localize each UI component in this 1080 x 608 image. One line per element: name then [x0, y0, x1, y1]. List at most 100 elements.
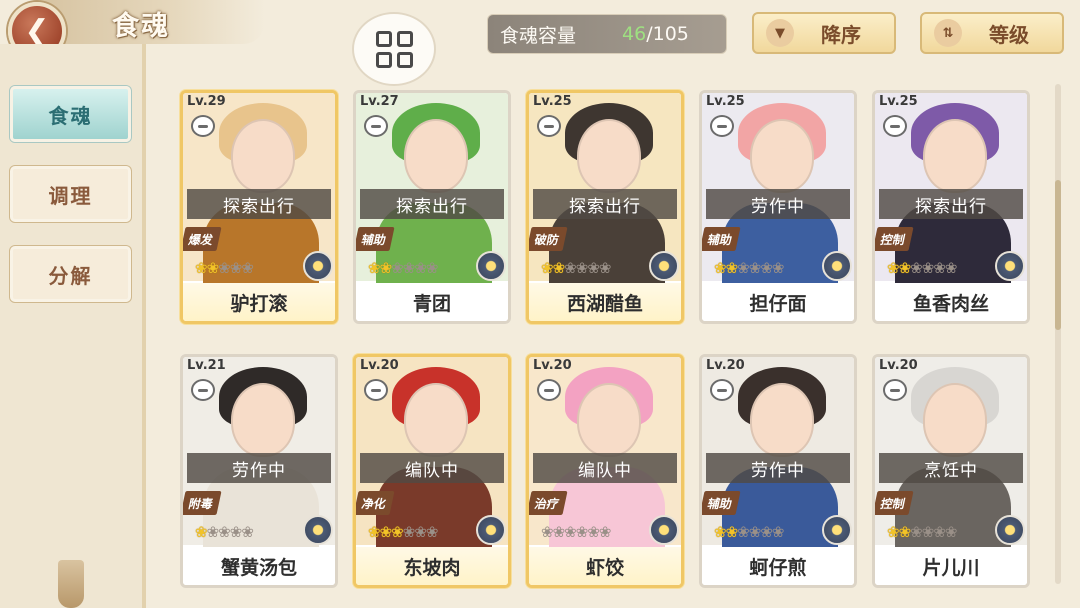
- star-icon: ❀: [425, 259, 439, 277]
- tab-condition[interactable]: 调理: [10, 166, 131, 222]
- tab-label: 调理: [48, 183, 93, 208]
- role-badge: 辅助: [702, 491, 741, 515]
- status-badge: 劳作中: [187, 453, 331, 483]
- star-icon: ❀: [206, 259, 220, 277]
- role-badge: 控制: [875, 491, 914, 515]
- level-label: Lv.25: [706, 94, 745, 109]
- page-title: 食魂: [112, 11, 170, 42]
- star-icon: ❀: [598, 259, 612, 277]
- star-icon: ❀: [195, 259, 208, 277]
- role-badge: 净化: [356, 491, 395, 515]
- tab-food-souls[interactable]: 食魂: [10, 86, 131, 142]
- star-rating: ❀❀❀❀❀❀: [368, 523, 439, 541]
- sort-key-button[interactable]: ⇅ 等级: [920, 12, 1064, 54]
- flower-emblem-icon: [476, 251, 506, 281]
- grid-view-icon: [375, 30, 413, 68]
- star-icon: ❀: [933, 259, 946, 277]
- level-label: Lv.20: [533, 358, 572, 373]
- food-soul-card[interactable]: Lv.21 劳作中 附毒 ❀❀❀❀❀ 蟹黄汤包: [180, 354, 338, 588]
- character-name: 鱼香肉丝: [875, 283, 1027, 321]
- star-icon: ❀: [206, 523, 220, 541]
- star-icon: ❀: [921, 523, 935, 541]
- star-rating: ❀❀❀❀❀❀: [714, 523, 785, 541]
- star-icon: ❀: [425, 523, 439, 541]
- chat-bubble-icon: [191, 379, 215, 401]
- star-icon: ❀: [587, 259, 600, 277]
- star-icon: ❀: [887, 259, 900, 277]
- flower-emblem-icon: [995, 515, 1025, 545]
- tab-decompose[interactable]: 分解: [10, 246, 131, 302]
- status-badge: 编队中: [360, 453, 504, 483]
- status-badge: 劳作中: [706, 453, 850, 483]
- star-icon: ❀: [933, 523, 946, 541]
- food-soul-card[interactable]: Lv.29 探索出行 爆发 ❀❀❀❀❀ 驴打滚: [180, 90, 338, 324]
- scrollbar-thumb[interactable]: [1055, 180, 1061, 330]
- star-icon: ❀: [737, 523, 750, 541]
- star-rating: ❀❀❀❀❀❀: [714, 259, 784, 277]
- star-icon: ❀: [575, 523, 589, 541]
- star-icon: ❀: [771, 523, 785, 541]
- star-icon: ❀: [402, 259, 416, 277]
- flower-emblem-icon: [649, 251, 679, 281]
- chat-bubble-icon: [364, 115, 388, 137]
- star-icon: ❀: [552, 523, 566, 541]
- grid-view-button[interactable]: [352, 12, 436, 86]
- star-icon: ❀: [218, 259, 231, 277]
- level-label: Lv.27: [360, 94, 399, 109]
- star-icon: ❀: [575, 259, 589, 277]
- role-badge: 附毒: [183, 491, 222, 515]
- scrollbar-track[interactable]: [1055, 84, 1061, 584]
- star-icon: ❀: [598, 523, 612, 541]
- tab-label: 分解: [48, 263, 93, 288]
- flower-emblem-icon: [822, 251, 852, 281]
- star-icon: ❀: [748, 523, 762, 541]
- sort-arrows-icon: ⇅: [934, 19, 962, 47]
- star-icon: ❀: [737, 259, 750, 277]
- star-icon: ❀: [541, 523, 554, 541]
- chat-bubble-icon: [883, 115, 907, 137]
- chat-bubble-icon: [537, 379, 561, 401]
- food-soul-card[interactable]: Lv.25 探索出行 破防 ❀❀❀❀❀❀ 西湖醋鱼: [526, 90, 684, 324]
- star-icon: ❀: [195, 523, 208, 541]
- star-icon: ❀: [944, 259, 958, 277]
- chat-bubble-icon: [710, 379, 734, 401]
- star-icon: ❀: [229, 523, 243, 541]
- star-icon: ❀: [921, 259, 935, 277]
- star-icon: ❀: [368, 523, 381, 541]
- sort-key-label: 等级: [989, 22, 1029, 47]
- star-icon: ❀: [402, 523, 416, 541]
- star-rating: ❀❀❀❀❀❀: [541, 523, 612, 541]
- role-badge: 辅助: [702, 227, 741, 251]
- chat-bubble-icon: [537, 115, 561, 137]
- food-soul-grid: Lv.29 探索出行 爆发 ❀❀❀❀❀ 驴打滚 Lv.27 探索出行 辅助 ❀❀❀❀❀❀ 青团 Lv…: [180, 90, 1040, 600]
- star-icon: ❀: [910, 523, 923, 541]
- role-badge: 爆发: [183, 227, 222, 251]
- star-icon: ❀: [725, 523, 739, 541]
- capacity-label: 食魂容量: [500, 24, 577, 47]
- status-badge: 烹饪中: [879, 453, 1023, 483]
- food-soul-card[interactable]: Lv.25 探索出行 控制 ❀❀❀❀❀❀ 鱼香肉丝: [872, 90, 1030, 324]
- flower-emblem-icon: [822, 515, 852, 545]
- food-soul-card[interactable]: Lv.20 劳作中 辅助 ❀❀❀❀❀❀ 蚵仔煎: [699, 354, 857, 588]
- chat-bubble-icon: [883, 379, 907, 401]
- star-icon: ❀: [910, 259, 923, 277]
- food-soul-card[interactable]: Lv.25 劳作中 辅助 ❀❀❀❀❀❀ 担仔面: [699, 90, 857, 324]
- star-icon: ❀: [564, 259, 577, 277]
- sort-order-button[interactable]: ▼ 降序: [752, 12, 896, 54]
- food-soul-card[interactable]: Lv.27 探索出行 辅助 ❀❀❀❀❀❀ 青团: [353, 90, 511, 324]
- food-soul-card[interactable]: Lv.20 烹饪中 控制 ❀❀❀❀❀❀ 片儿川: [872, 354, 1030, 588]
- character-name: 驴打滚: [183, 283, 335, 321]
- food-soul-card[interactable]: Lv.20 编队中 治疗 ❀❀❀❀❀❀ 虾饺: [526, 354, 684, 588]
- star-icon: ❀: [760, 523, 773, 541]
- star-icon: ❀: [379, 523, 393, 541]
- chat-bubble-icon: [191, 115, 215, 137]
- food-soul-card[interactable]: Lv.20 编队中 净化 ❀❀❀❀❀❀ 东坡肉: [353, 354, 511, 588]
- sort-order-label: 降序: [821, 22, 861, 47]
- status-badge: 编队中: [533, 453, 677, 483]
- star-icon: ❀: [241, 259, 254, 277]
- role-badge: 辅助: [356, 227, 395, 251]
- character-name: 虾饺: [529, 547, 681, 585]
- flower-emblem-icon: [995, 251, 1025, 281]
- level-label: Lv.25: [533, 94, 572, 109]
- star-icon: ❀: [391, 523, 404, 541]
